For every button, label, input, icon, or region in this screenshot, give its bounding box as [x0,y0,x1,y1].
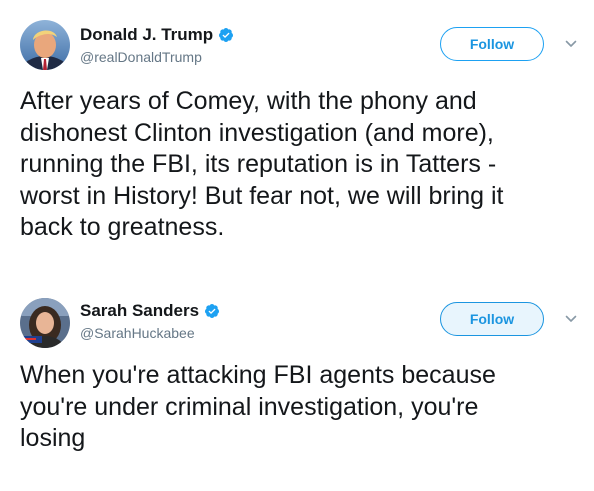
tweet-text: After years of Comey, with the phony and… [20,87,504,241]
follow-button[interactable]: Follow [440,302,544,336]
chevron-down-icon[interactable] [564,312,578,326]
name-row: Sarah Sanders [80,300,220,322]
verified-badge-icon [219,28,234,42]
avatar-image [20,298,70,348]
tweet-text: When you're attacking FBI agents because… [20,361,496,452]
user-handle[interactable]: @realDonaldTrump [80,48,234,66]
user-handle[interactable]: @SarahHuckabee [80,324,220,342]
display-name[interactable]: Donald J. Trump [80,25,213,45]
avatar[interactable] [20,20,70,70]
tweet-embed-page: Donald J. Trump @realDonaldTrump Follow … [0,0,594,491]
user-info: Donald J. Trump @realDonaldTrump [80,24,234,66]
avatar[interactable] [20,298,70,348]
display-name[interactable]: Sarah Sanders [80,301,199,321]
name-row: Donald J. Trump [80,24,234,46]
tweet-card: Donald J. Trump @realDonaldTrump Follow … [0,0,594,260]
follow-button[interactable]: Follow [440,27,544,61]
verified-badge-icon [205,304,220,318]
avatar-image [20,20,70,70]
tweet-card: Sarah Sanders @SarahHuckabee Follow When… [0,278,594,478]
chevron-down-icon[interactable] [564,37,578,51]
user-info: Sarah Sanders @SarahHuckabee [80,300,220,342]
